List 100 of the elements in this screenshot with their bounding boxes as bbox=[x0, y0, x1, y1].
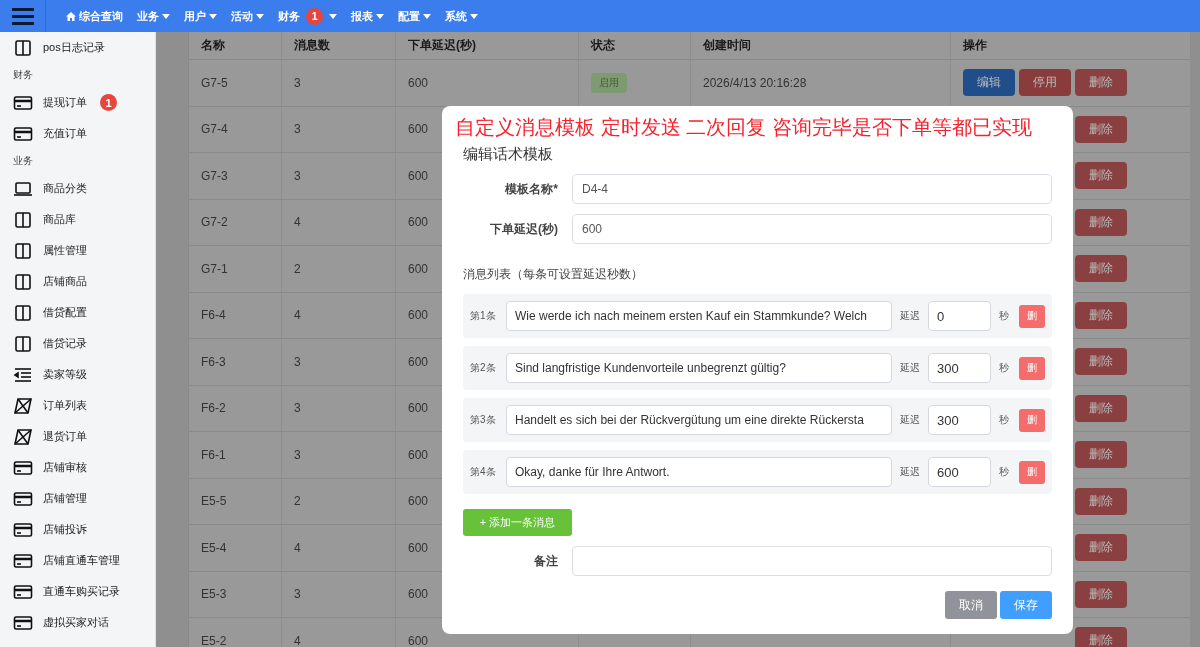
table-cell: 2026/4/13 20:16:28 bbox=[691, 60, 951, 106]
nav-menu-item[interactable]: 配置 bbox=[398, 8, 431, 24]
cancel-button[interactable]: 取消 bbox=[945, 591, 997, 619]
table-cell: G7-1 bbox=[189, 246, 282, 292]
delete-button[interactable]: 删除 bbox=[1075, 69, 1127, 97]
delay-label: 延迟 bbox=[900, 465, 920, 479]
delay-input[interactable]: 0 bbox=[928, 301, 991, 331]
nav-menu-item[interactable]: 系统 bbox=[445, 8, 478, 24]
delete-button[interactable]: 删除 bbox=[1075, 208, 1127, 236]
delete-button[interactable]: 删 bbox=[1019, 356, 1045, 380]
message-input[interactable]: Handelt es sich bei der Rückvergütung um eine direkte Rückersta bbox=[506, 405, 892, 435]
column-header: 状态 bbox=[579, 32, 691, 59]
delete-button[interactable]: 删除 bbox=[1075, 487, 1127, 515]
save-button[interactable]: 保存 bbox=[1000, 591, 1052, 619]
input-field[interactable]: 600 bbox=[572, 214, 1052, 244]
sidebar-item[interactable]: 商品分类 bbox=[0, 173, 155, 204]
nav-menu-item[interactable]: 用户 bbox=[184, 8, 217, 24]
sidebar-item[interactable]: 虚拟买家对话 bbox=[0, 607, 155, 638]
table-cell: 2 bbox=[282, 478, 396, 524]
table-cell: F6-4 bbox=[189, 292, 282, 338]
nav-label: 系统 bbox=[445, 8, 467, 24]
caret-icon bbox=[470, 13, 478, 19]
delete-button[interactable]: 删除 bbox=[1075, 115, 1127, 143]
unit-label: 秒 bbox=[999, 361, 1009, 375]
crossed-box-icon bbox=[13, 395, 33, 416]
unit-label: 秒 bbox=[999, 309, 1009, 323]
sidebar-section-label: 业务 bbox=[13, 154, 33, 168]
delete-button[interactable]: 删除 bbox=[1075, 348, 1127, 376]
delete-button[interactable]: 删除 bbox=[1075, 255, 1127, 283]
delay-input[interactable]: 600 bbox=[928, 457, 991, 487]
caret-icon bbox=[376, 13, 384, 19]
caret-icon bbox=[162, 13, 170, 19]
delete-button[interactable]: 删 bbox=[1019, 408, 1045, 432]
crossed-box-icon bbox=[13, 426, 33, 447]
sidebar-item[interactable]: 退货订单 bbox=[0, 421, 155, 452]
message-input[interactable]: Okay, danke für Ihre Antwort. bbox=[506, 457, 892, 487]
table-cell: F6-3 bbox=[189, 339, 282, 385]
columns-icon bbox=[13, 271, 33, 292]
delay-input[interactable]: 300 bbox=[928, 353, 991, 383]
sidebar-item[interactable]: 充值订单 bbox=[0, 118, 155, 149]
nav-menu-item[interactable]: 报表 bbox=[351, 8, 384, 24]
delete-button[interactable]: 删除 bbox=[1075, 441, 1127, 469]
sidebar-item[interactable]: 提现订单 1 bbox=[0, 87, 155, 118]
table-cell: E5-2 bbox=[189, 618, 282, 647]
table-cell: 4 bbox=[282, 525, 396, 571]
sidebar-item[interactable]: 店铺直通车管理 bbox=[0, 545, 155, 576]
table-cell: 3 bbox=[282, 153, 396, 199]
table-cell: F6-2 bbox=[189, 385, 282, 431]
menu-icon bbox=[11, 7, 34, 25]
nav-label: 用户 bbox=[184, 8, 206, 24]
sidebar-item[interactable]: 订单列表 bbox=[0, 390, 155, 421]
sidebar-item[interactable]: 店铺投诉 bbox=[0, 514, 155, 545]
sidebar-item[interactable]: 店铺审核 bbox=[0, 452, 155, 483]
input-field[interactable]: D4-4 bbox=[572, 174, 1052, 204]
sidebar-item[interactable]: 店铺管理 bbox=[0, 483, 155, 514]
disable-button[interactable]: 停用 bbox=[1019, 69, 1071, 97]
table-cell: G7-2 bbox=[189, 199, 282, 245]
field-label: 备注 bbox=[533, 552, 558, 570]
delay-input[interactable]: 300 bbox=[928, 405, 991, 435]
message-input[interactable]: Wie werde ich nach meinem ersten Kauf ein Stammkunde? Welch bbox=[506, 301, 892, 331]
sidebar-item[interactable]: 属性管理 bbox=[0, 235, 155, 266]
caret-icon bbox=[209, 13, 217, 19]
sidebar-item[interactable]: 店铺商品 bbox=[0, 266, 155, 297]
columns-icon bbox=[13, 37, 33, 58]
sidebar-item[interactable]: 直通车购买记录 bbox=[0, 576, 155, 607]
delete-button[interactable]: 删除 bbox=[1075, 627, 1127, 647]
delete-button[interactable]: 删 bbox=[1019, 460, 1045, 484]
nav-menu-item[interactable]: 业务 bbox=[137, 8, 170, 24]
delete-button[interactable]: 删除 bbox=[1075, 162, 1127, 190]
message-index: 第1条 bbox=[470, 309, 497, 323]
edit-button[interactable]: 编辑 bbox=[963, 69, 1015, 97]
table-cell: E5-4 bbox=[189, 525, 282, 571]
column-header: 消息数 bbox=[282, 32, 396, 59]
delete-button[interactable]: 删 bbox=[1019, 304, 1045, 328]
message-input[interactable]: Sind langfristige Kundenvorteile unbegrenzt gültig? bbox=[506, 353, 892, 383]
delete-button[interactable]: 删除 bbox=[1075, 580, 1127, 608]
nav-label: 报表 bbox=[351, 8, 373, 24]
column-header: 创建时间 bbox=[691, 32, 951, 59]
columns-icon bbox=[13, 240, 33, 261]
nav-menu-item[interactable]: 综合查询 bbox=[66, 8, 123, 24]
table-cell: 600 bbox=[396, 60, 579, 106]
nav-menu-item[interactable]: 活动 bbox=[231, 8, 264, 24]
home-icon bbox=[66, 11, 76, 21]
sidebar-item[interactable]: 借贷配置 bbox=[0, 297, 155, 328]
table-cell: 4 bbox=[282, 199, 396, 245]
sidebar-item[interactable]: 卖家等级 bbox=[0, 359, 155, 390]
input-field[interactable] bbox=[572, 546, 1052, 576]
sidebar-item[interactable]: 借贷记录 bbox=[0, 328, 155, 359]
delete-button[interactable]: 删除 bbox=[1075, 534, 1127, 562]
sidebar-item[interactable]: 商品库 bbox=[0, 204, 155, 235]
caret-icon bbox=[423, 13, 431, 19]
sidebar-section-label: 财务 bbox=[13, 68, 33, 82]
delete-button[interactable]: 删除 bbox=[1075, 394, 1127, 422]
columns-icon bbox=[13, 333, 33, 354]
nav-label: 活动 bbox=[231, 8, 253, 24]
nav-menu-item[interactable]: 财务 1 bbox=[278, 7, 337, 25]
count-badge: 1 bbox=[306, 7, 323, 25]
unit-label: 秒 bbox=[999, 465, 1009, 479]
sidebar-item[interactable]: pos日志记录 bbox=[0, 32, 155, 63]
delete-button[interactable]: 删除 bbox=[1075, 301, 1127, 329]
